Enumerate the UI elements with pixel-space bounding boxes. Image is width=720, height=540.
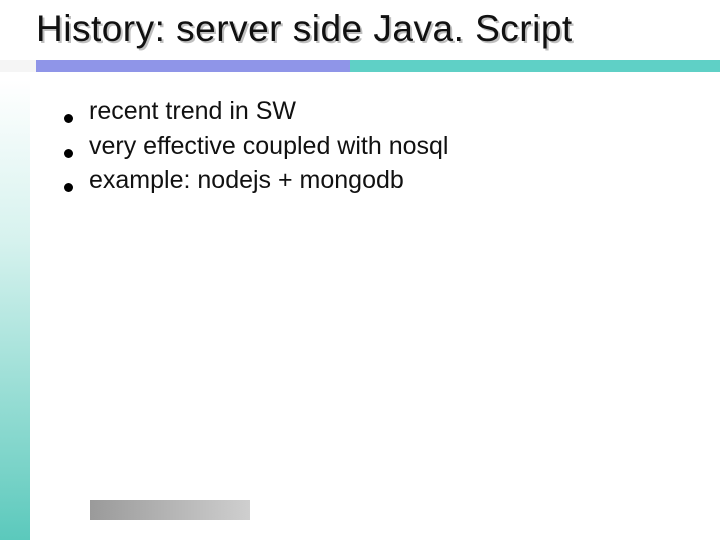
slide: History: server side Java. Script Histor… (0, 0, 720, 540)
list-item: very effective coupled with nosql (64, 131, 664, 162)
bullet-icon (64, 114, 73, 123)
left-gradient-bar (0, 80, 30, 540)
list-item: recent trend in SW (64, 96, 664, 127)
slide-title-wrap: History: server side Java. Script Histor… (36, 8, 696, 50)
title-underline (0, 60, 720, 72)
bullet-icon (64, 149, 73, 158)
slide-title: History: server side Java. Script (36, 8, 696, 50)
bullet-icon (64, 183, 73, 192)
bullet-text: example: nodejs + mongodb (89, 165, 404, 196)
bullet-list: recent trend in SW very effective couple… (64, 96, 664, 200)
bullet-text: very effective coupled with nosql (89, 131, 448, 162)
footer-bar (90, 500, 250, 520)
list-item: example: nodejs + mongodb (64, 165, 664, 196)
bullet-text: recent trend in SW (89, 96, 296, 127)
